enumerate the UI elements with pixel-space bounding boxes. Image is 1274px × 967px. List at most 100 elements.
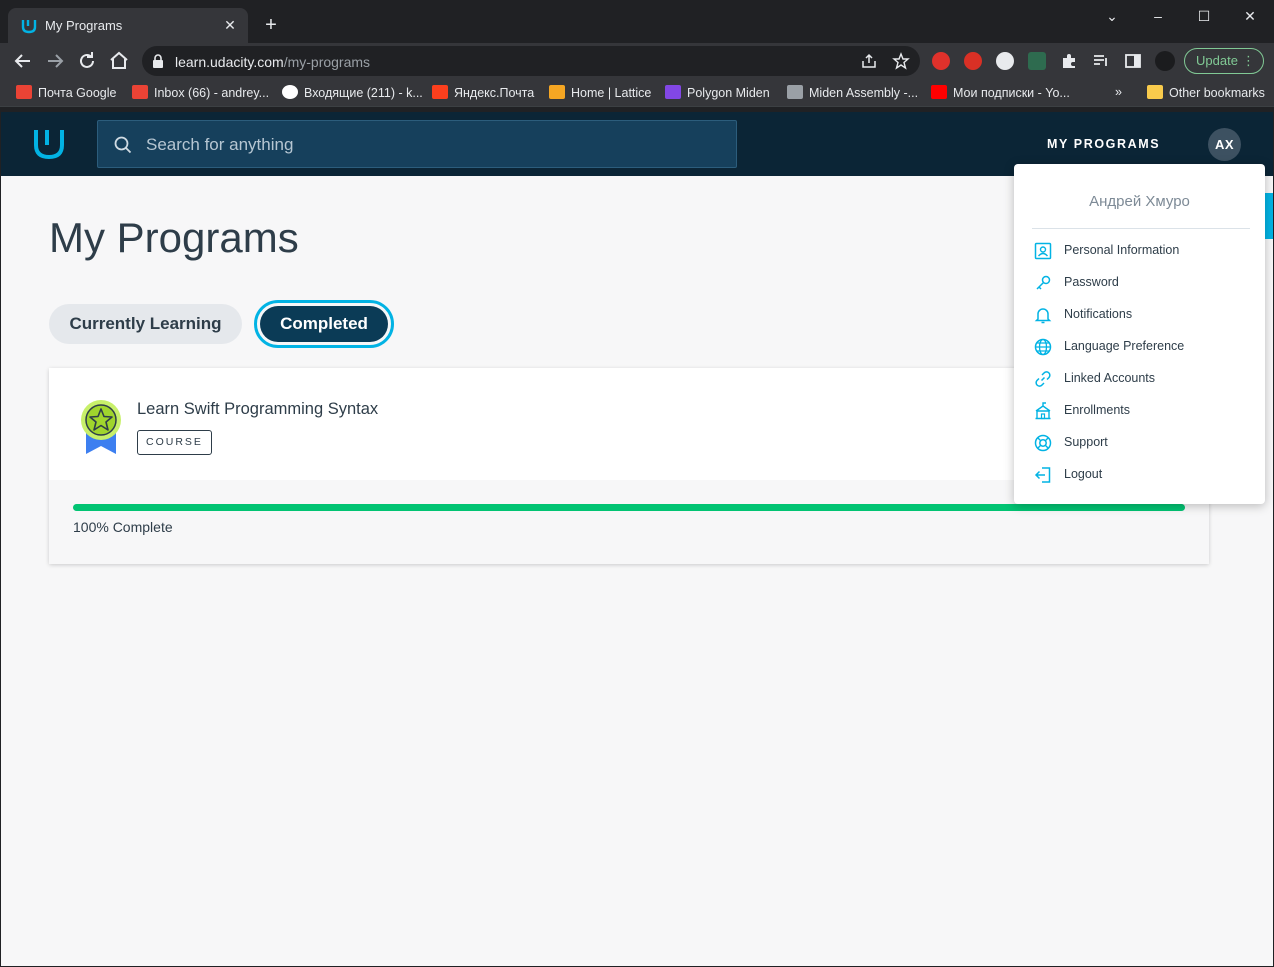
lattice-icon xyxy=(549,85,565,99)
menu-item-password[interactable]: Password xyxy=(1034,272,1254,294)
school-icon xyxy=(1035,402,1051,420)
home-icon[interactable] xyxy=(107,49,131,73)
yandex-mail-icon xyxy=(432,85,448,99)
lock-icon[interactable] xyxy=(152,54,164,68)
bookmark-star-icon[interactable] xyxy=(892,52,910,70)
polygon-icon xyxy=(665,85,681,99)
media-queue-icon[interactable] xyxy=(1092,52,1110,70)
document-icon xyxy=(787,85,803,99)
progress-bar xyxy=(73,504,1185,511)
page-title: My Programs xyxy=(49,214,299,261)
menu-item-label: Enrollments xyxy=(1064,403,1130,417)
side-panel-icon[interactable] xyxy=(1124,52,1142,70)
progress-fill xyxy=(73,504,1185,511)
back-arrow-icon[interactable] xyxy=(11,49,35,73)
profile-avatar-icon[interactable] xyxy=(1155,51,1175,71)
menu-item-support[interactable]: Support xyxy=(1034,432,1254,454)
maximize-button[interactable]: ☐ xyxy=(1189,6,1219,26)
bookmarks-overflow-button[interactable]: » xyxy=(1115,85,1122,103)
s-extension-icon[interactable] xyxy=(1028,52,1046,70)
extensions-puzzle-icon[interactable] xyxy=(1060,52,1078,70)
url-path: /my-programs xyxy=(283,54,371,70)
menu-item-notifications[interactable]: Notifications xyxy=(1034,304,1254,326)
link-icon xyxy=(1035,371,1051,387)
bookmark-item[interactable]: Inbox (66) - andrey... xyxy=(132,85,269,103)
course-title[interactable]: Learn Swift Programming Syntax xyxy=(137,400,378,419)
more-vert-icon[interactable]: ⋮ xyxy=(1242,49,1255,73)
bookmark-item[interactable]: Home | Lattice xyxy=(549,85,651,103)
lifebuoy-icon xyxy=(1034,434,1052,452)
gmail-icon xyxy=(16,85,32,99)
menu-item-language-preference[interactable]: Language Preference xyxy=(1034,336,1254,358)
other-bookmarks[interactable]: Other bookmarks xyxy=(1147,85,1265,103)
bookmarks-bar: Почта Google Inbox (66) - andrey... Вход… xyxy=(0,79,1274,107)
reload-icon[interactable] xyxy=(75,49,99,73)
menu-item-enrollments[interactable]: Enrollments xyxy=(1034,400,1254,422)
bookmark-item[interactable]: Мои подписки - Yo... xyxy=(931,85,1070,103)
browser-tab[interactable]: My Programs ✕ xyxy=(8,8,248,43)
bookmark-label: Яндекс.Почта xyxy=(454,86,535,100)
menu-item-logout[interactable]: Logout xyxy=(1034,464,1254,486)
course-type-tag: COURSE xyxy=(137,430,212,455)
bookmark-item[interactable]: Почта Google xyxy=(16,85,117,103)
user-name: Андрей Хмуро xyxy=(1089,193,1190,210)
menu-item-label: Password xyxy=(1064,275,1119,289)
google-icon xyxy=(282,85,298,99)
tab-strip: My Programs ✕ + ⌄ – ☐ ✕ xyxy=(0,0,1274,43)
menu-item-label: Notifications xyxy=(1064,307,1133,321)
forward-arrow-icon[interactable] xyxy=(43,49,67,73)
share-icon[interactable] xyxy=(860,52,878,70)
menu-item-linked-accounts[interactable]: Linked Accounts xyxy=(1034,368,1254,390)
browser-toolbar: learn.udacity.com/my-programs Update ⋮ xyxy=(0,43,1274,79)
bookmark-item[interactable]: Polygon Miden xyxy=(665,85,770,103)
bookmark-label: Почта Google xyxy=(38,86,117,100)
udacity-logo-icon[interactable] xyxy=(31,126,67,162)
browser-window: My Programs ✕ + ⌄ – ☐ ✕ learn.udacity.co… xyxy=(0,0,1274,967)
adblock-extension-icon[interactable] xyxy=(932,52,950,70)
folder-icon xyxy=(1147,85,1163,99)
address-bar[interactable]: learn.udacity.com/my-programs xyxy=(142,46,920,76)
bookmark-label: Miden Assembly -... xyxy=(809,86,919,100)
bookmark-item[interactable]: Входящие (211) - k... xyxy=(282,85,423,103)
tab-completed-label: Completed xyxy=(260,306,388,342)
bookmark-item[interactable]: Яндекс.Почта xyxy=(432,85,534,103)
tab-search-icon[interactable]: ⌄ xyxy=(1097,6,1127,26)
url-host: learn.udacity.com xyxy=(175,54,284,70)
search-placeholder: Search for anything xyxy=(146,135,294,154)
update-button[interactable]: Update ⋮ xyxy=(1184,48,1264,74)
youtube-icon xyxy=(931,85,947,99)
tab-close-icon[interactable]: ✕ xyxy=(220,15,240,35)
bookmark-label: Inbox (66) - andrey... xyxy=(154,86,270,100)
gmail-icon xyxy=(132,85,148,99)
progress-text: 100% Complete xyxy=(73,519,173,535)
minimize-button[interactable]: – xyxy=(1143,6,1173,26)
search-input[interactable]: Search for anything xyxy=(97,120,737,168)
globe-icon xyxy=(1034,338,1052,356)
privacy-extension-icon[interactable] xyxy=(996,52,1014,70)
menu-item-label: Support xyxy=(1064,435,1108,449)
my-programs-link[interactable]: MY PROGRAMS xyxy=(1047,137,1160,151)
other-bookmarks-label: Other bookmarks xyxy=(1169,86,1265,100)
menu-item-label: Language Preference xyxy=(1064,339,1185,353)
bookmark-label: Home | Lattice xyxy=(571,86,652,100)
tab-title: My Programs xyxy=(45,18,123,33)
bell-icon xyxy=(1034,308,1052,324)
avatar[interactable]: AX xyxy=(1208,128,1241,161)
scroll-accent-bar xyxy=(1265,193,1273,239)
udacity-favicon-icon xyxy=(21,20,37,34)
menu-item-personal-information[interactable]: Personal Information xyxy=(1034,240,1254,262)
tab-currently-learning[interactable]: Currently Learning xyxy=(49,304,242,344)
stop-extension-icon[interactable] xyxy=(964,52,982,70)
tab-completed[interactable]: Completed xyxy=(254,300,394,348)
user-menu-dropdown: Андрей Хмуро Personal Information Passwo… xyxy=(1014,164,1265,504)
url-text[interactable]: learn.udacity.com/my-programs xyxy=(175,54,370,70)
close-window-button[interactable]: ✕ xyxy=(1235,6,1265,26)
menu-item-label: Linked Accounts xyxy=(1064,371,1156,385)
new-tab-button[interactable]: + xyxy=(260,14,282,36)
bookmark-label: Мои подписки - Yo... xyxy=(953,86,1070,100)
search-icon xyxy=(114,136,132,154)
menu-item-label: Personal Information xyxy=(1064,243,1180,257)
bookmark-item[interactable]: Miden Assembly -... xyxy=(787,85,918,103)
bookmark-label: Входящие (211) - k... xyxy=(304,86,423,100)
update-label: Update xyxy=(1196,53,1238,68)
